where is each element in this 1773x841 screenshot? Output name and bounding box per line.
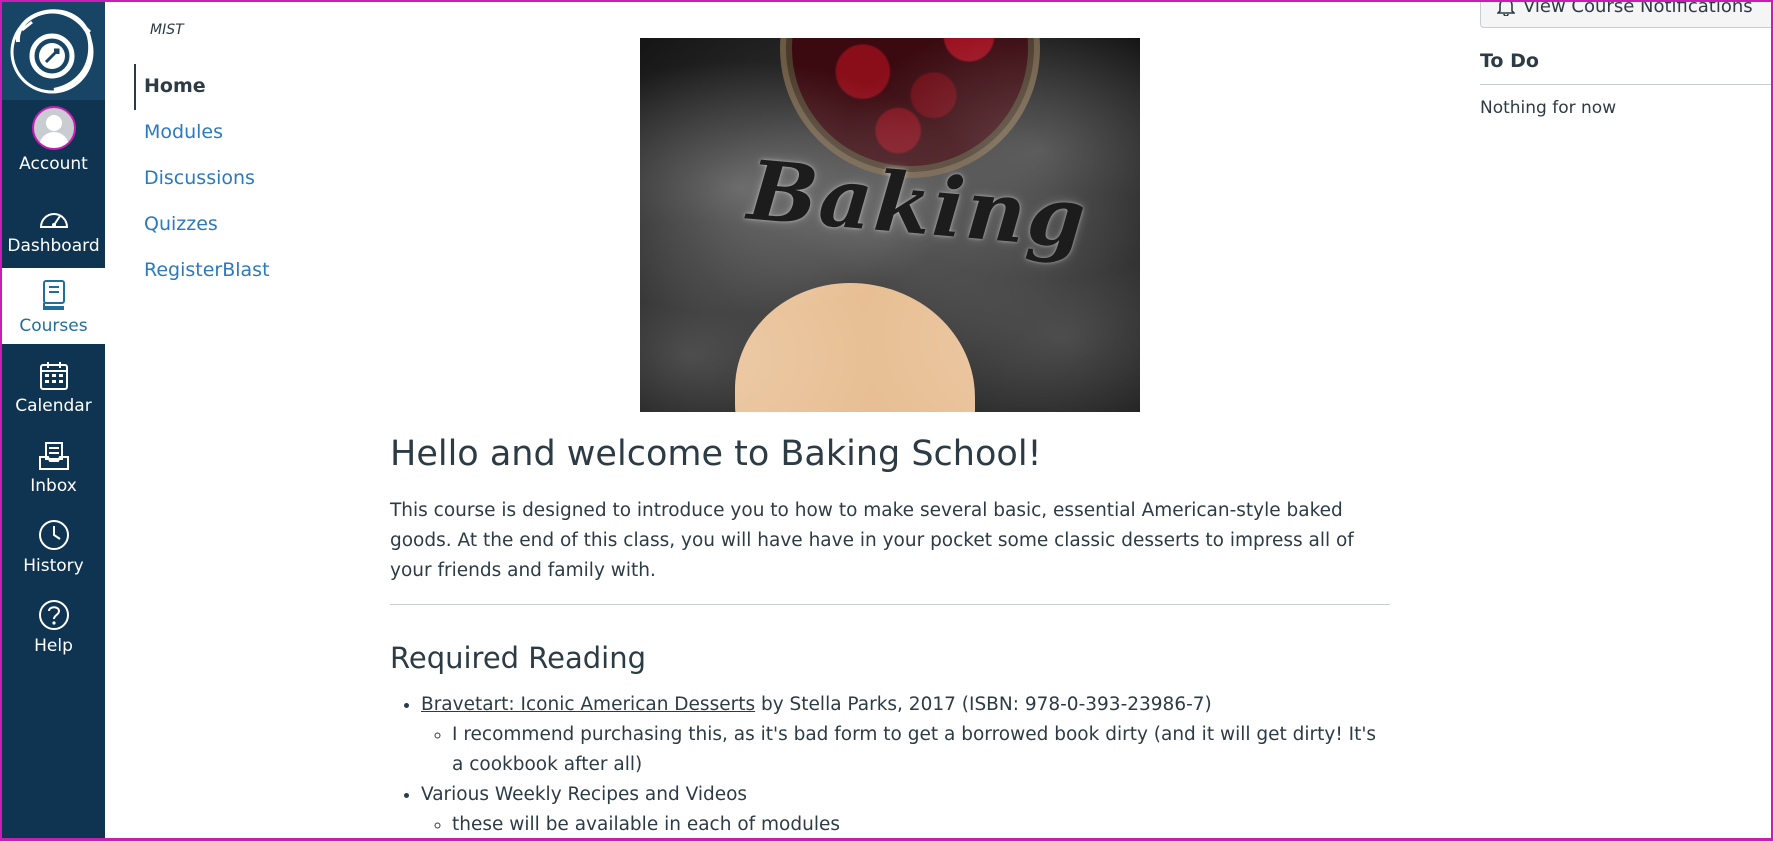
intro-paragraph: This course is designed to introduce you… — [390, 500, 1354, 581]
course-nav-quizzes[interactable]: Quizzes — [134, 202, 334, 248]
courses-icon — [42, 280, 65, 310]
list-item: Bravetart: Iconic American Desserts by S… — [421, 690, 1390, 780]
book-details: by Stella Parks, 2017 (ISBN: 978-0-393-2… — [755, 694, 1212, 715]
nav-history[interactable]: History — [2, 508, 105, 584]
course-nav-modules[interactable]: Modules — [134, 110, 334, 156]
view-course-notifications-button[interactable]: View Course Notifications — [1480, 0, 1773, 28]
course-nav: MIST Home Modules Discussions Quizzes Re… — [134, 22, 334, 294]
course-nav-registerblast[interactable]: RegisterBlast — [134, 248, 334, 294]
beaver-logo-icon — [10, 9, 94, 94]
global-nav: Account Dashboard Courses Calendar Inbox… — [2, 2, 105, 838]
bell-icon — [1497, 0, 1515, 16]
nav-courses-label: Courses — [19, 316, 88, 336]
nav-calendar-label: Calendar — [15, 396, 92, 416]
page-title: Hello and welcome to Baking School! — [390, 434, 1042, 474]
banner-image: Baking — [640, 38, 1140, 412]
nav-help[interactable]: Help — [2, 588, 105, 664]
dashboard-icon — [39, 213, 68, 228]
avatar — [31, 106, 76, 150]
nav-inbox-label: Inbox — [30, 476, 77, 496]
list-subitem: I recommend purchasing this, as it's bad… — [452, 720, 1390, 780]
history-icon — [38, 520, 69, 550]
course-nav-quizzes-label: Quizzes — [144, 213, 218, 235]
todo-empty-message: Nothing for now — [1480, 98, 1617, 118]
nav-account-label: Account — [19, 154, 88, 174]
nav-calendar[interactable]: Calendar — [2, 348, 105, 424]
view-course-notifications-label: View Course Notifications — [1523, 0, 1753, 17]
nav-dashboard[interactable]: Dashboard — [2, 188, 105, 264]
nav-account[interactable]: Account — [2, 106, 105, 182]
recipes-text: Various Weekly Recipes and Videos — [421, 784, 748, 805]
nav-inbox[interactable]: Inbox — [2, 428, 105, 504]
inbox-icon — [38, 442, 69, 470]
course-nav-registerblast-label: RegisterBlast — [144, 259, 270, 281]
help-icon — [38, 600, 69, 630]
book-link[interactable]: Bravetart: Iconic American Desserts — [421, 694, 755, 715]
breadcrumb[interactable]: MIST — [150, 22, 334, 46]
course-nav-home[interactable]: Home — [134, 64, 334, 110]
list-subitem: these will be available in each of modul… — [452, 810, 1390, 840]
institution-logo[interactable] — [2, 2, 105, 100]
nav-courses[interactable]: Courses — [2, 268, 105, 344]
course-nav-discussions[interactable]: Discussions — [134, 156, 334, 202]
course-nav-home-label: Home — [144, 75, 206, 97]
list-item: Various Weekly Recipes and Videos these … — [421, 780, 1390, 840]
calendar-icon — [39, 362, 68, 390]
reading-list: Bravetart: Iconic American Desserts by S… — [390, 690, 1390, 840]
course-nav-discussions-label: Discussions — [144, 167, 255, 189]
nav-history-label: History — [23, 556, 84, 576]
required-reading-heading: Required Reading — [390, 641, 647, 675]
course-nav-modules-label: Modules — [144, 121, 223, 143]
divider — [390, 604, 1390, 605]
todo-title: To Do — [1480, 50, 1539, 72]
nav-dashboard-label: Dashboard — [7, 236, 100, 256]
nav-help-label: Help — [34, 636, 73, 656]
todo-divider — [1480, 84, 1773, 85]
